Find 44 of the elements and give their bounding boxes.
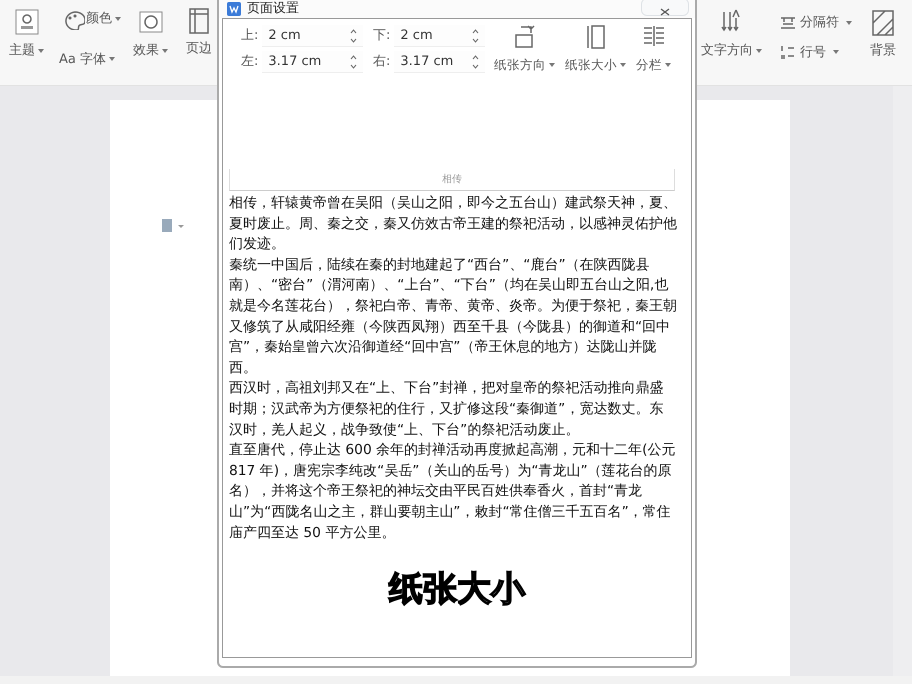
orientation-menu[interactable]: 纸张方向 bbox=[493, 55, 556, 76]
font-menu[interactable]: Aa 字体 bbox=[58, 48, 116, 70]
spinner-icon bbox=[472, 54, 479, 68]
caret-icon bbox=[109, 57, 115, 62]
spinner-icon bbox=[350, 54, 357, 68]
spinner-icon bbox=[350, 28, 357, 42]
margins-icon bbox=[189, 8, 209, 34]
caret-icon bbox=[549, 63, 555, 68]
effect-menu[interactable]: 效果 bbox=[132, 40, 169, 62]
close-icon bbox=[660, 8, 670, 16]
paragraph: 西汉时，高祖刘邦又在“上、下台”封禅，把对皇帝的祭祀活动推向鼎盛时期；汉武帝为方便祭祀的住行，又扩修这段“秦御道”，宽达数丈。东汉时，羌人起义，战争致使“上、下台”的祭祀活动废止。 bbox=[229, 379, 664, 440]
theme-icon bbox=[12, 8, 40, 36]
color-menu[interactable]: 颜色 bbox=[85, 8, 122, 30]
separator-menu[interactable]: 分隔符 bbox=[779, 12, 853, 34]
size-menu[interactable]: 纸张大小 bbox=[564, 55, 627, 76]
theme-menu[interactable]: 主题 bbox=[8, 40, 45, 62]
caret-icon bbox=[38, 48, 44, 53]
page-break-icon bbox=[780, 16, 796, 30]
line-number-menu[interactable]: 行号 bbox=[779, 42, 853, 63]
paragraph: 直至唐代，停止达 600 余年的封禅活动再度掀起高潮，元和十二年(公元 817 年)，唐宪宗李纯改“吴岳”（关山的岳号）为“青龙山”（莲花台的原名），并将这个帝王祭祀的神坛交由平民百姓供奉香火，首封“青龙山”为“西陇名山之主，群山要朝主山”，敕封“常住僧三千五百名”，常住庙产四至达 50 平方公里。 bbox=[229, 441, 676, 542]
paragraph: 秦统一中国后，陆续在秦的封地建起了“西台”、“鹿台”（在陕西陇县南）、“密台”（渭河南）、“上台”、“下台”（均在吴山即五台山之阳,也就是今名莲花台），祭祀白帝、青帝、黄帝、炎帝。为便于祭祀，秦王朝又修筑了从咸阳经雍（今陕西凤翔）西至千县（今陇县）的御道和“回中宫”，秦始皇曾六次沿御道经“回中宫”（帝王休息的地方）达陇山并陇西。 bbox=[229, 256, 677, 378]
caret-icon bbox=[620, 63, 626, 68]
video-caption: 纸张大小 bbox=[389, 568, 525, 611]
caret-icon bbox=[833, 50, 839, 54]
caret-icon bbox=[162, 48, 168, 53]
document-icon bbox=[160, 218, 186, 234]
close-button[interactable] bbox=[641, 0, 689, 16]
caret-icon bbox=[756, 48, 762, 53]
caret-icon bbox=[665, 63, 671, 68]
caret-icon bbox=[846, 20, 852, 25]
margin-label: 下: bbox=[373, 27, 390, 46]
background-button[interactable]: 背景 bbox=[869, 40, 897, 62]
columns-menu[interactable]: 分栏 bbox=[635, 55, 672, 76]
paragraph: 相传，轩辕黄帝曾在吴阳（吴山之阳，即今之五台山）建武祭天神，夏、夏时废止。周、秦之交，秦又仿效古帝王建的祭祀活动，以感神灵佑护他们发迹。 bbox=[229, 194, 677, 254]
text-direction-menu[interactable]: 文字方向 bbox=[700, 40, 763, 62]
margin-label: 右: bbox=[373, 53, 390, 72]
spinner-icon bbox=[472, 28, 479, 42]
margin-menu[interactable]: 页边 bbox=[185, 38, 213, 60]
margin-label: 左: bbox=[241, 53, 258, 72]
line-numbers-icon bbox=[780, 45, 796, 60]
margin-label: 上: bbox=[241, 27, 258, 46]
caret-icon bbox=[115, 17, 121, 21]
dialog-title: 页面设置 bbox=[247, 0, 299, 18]
header-text: 相传 bbox=[229, 169, 675, 191]
